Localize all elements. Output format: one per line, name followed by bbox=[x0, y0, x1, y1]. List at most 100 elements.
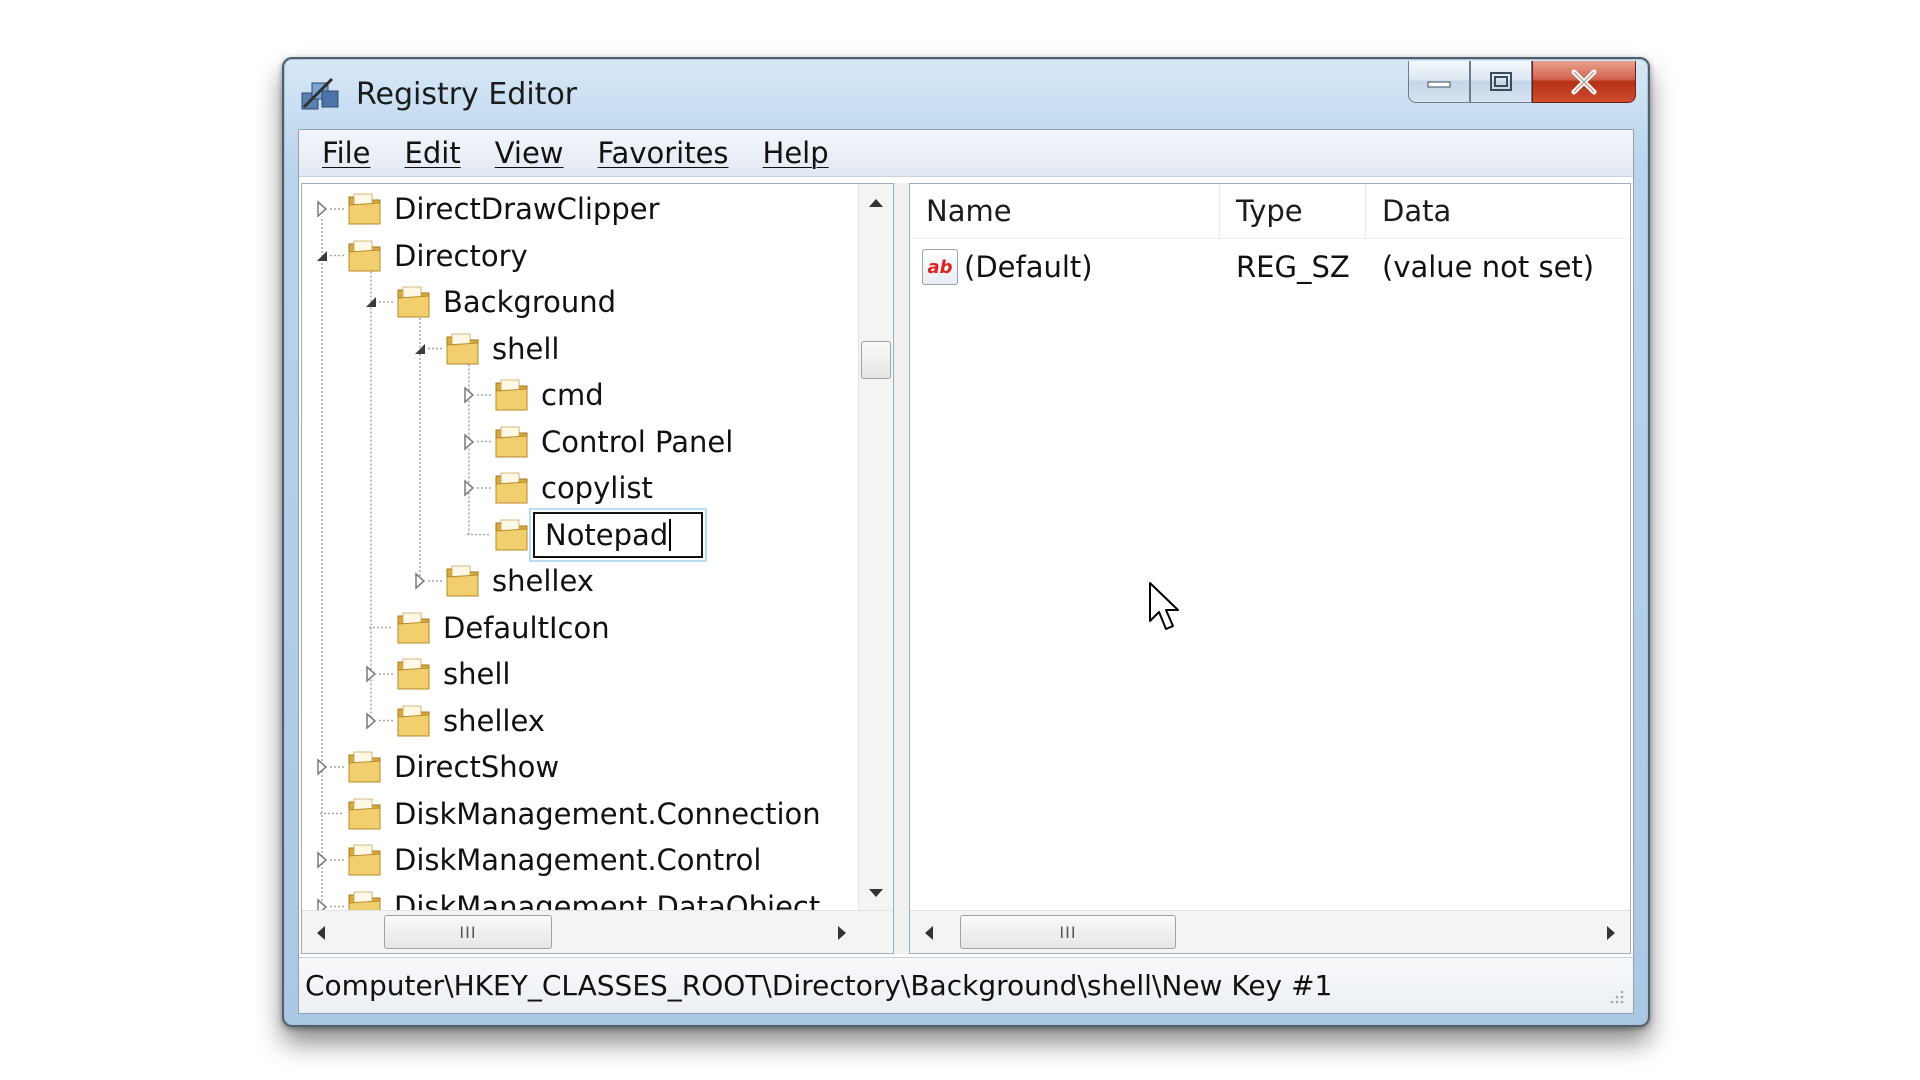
scroll-grip: III bbox=[1059, 922, 1077, 942]
tree-item[interactable]: DiskManagement.Control bbox=[312, 837, 761, 883]
expand-arrow-icon[interactable] bbox=[410, 571, 430, 591]
tree-item[interactable]: shellex bbox=[361, 698, 545, 744]
tree-item[interactable]: DefaultIcon bbox=[361, 605, 610, 651]
tree-vertical-scroll-thumb[interactable] bbox=[861, 341, 891, 380]
minimize-button[interactable] bbox=[1408, 61, 1470, 103]
registry-editor-window: Registry Editor File Edit View Favorites… bbox=[282, 57, 1650, 1027]
expand-arrow-icon[interactable] bbox=[312, 850, 332, 870]
tree-item[interactable]: Background bbox=[361, 279, 616, 325]
text-caret bbox=[669, 518, 672, 551]
tree-item-label: Directory bbox=[394, 238, 528, 273]
tree-item-label: shell bbox=[492, 331, 560, 366]
tree-item[interactable]: DirectShow bbox=[312, 744, 559, 790]
tree-item-label: Control Panel bbox=[541, 424, 734, 459]
scroll-down-icon[interactable] bbox=[868, 888, 884, 898]
tree-item[interactable]: cmd bbox=[459, 372, 604, 418]
collapse-arrow-icon[interactable] bbox=[410, 339, 430, 359]
tree-item-label: cmd bbox=[541, 378, 604, 412]
menu-view[interactable]: View bbox=[478, 136, 581, 170]
scroll-grip: III bbox=[459, 922, 477, 942]
value-row[interactable]: ab (Default) REG_SZ (value not set) bbox=[910, 240, 1630, 294]
tree-item[interactable]: shellex bbox=[410, 558, 594, 604]
collapse-arrow-icon[interactable] bbox=[312, 246, 332, 266]
tree-item-label: shellex bbox=[492, 564, 594, 598]
pane-splitter[interactable] bbox=[894, 183, 909, 954]
tree-item[interactable]: copylist bbox=[459, 465, 653, 511]
tree-item[interactable]: DirectDrawClipper bbox=[312, 186, 660, 232]
maximize-button[interactable] bbox=[1470, 61, 1532, 103]
list-header: Name Type Data bbox=[910, 184, 1630, 239]
tree-item-label: DiskManagement.Connection bbox=[394, 796, 821, 831]
expand-arrow-icon[interactable] bbox=[312, 199, 332, 219]
string-value-icon-text: ab bbox=[927, 256, 953, 278]
values-horizontal-scroll-thumb[interactable]: III bbox=[960, 915, 1176, 949]
expand-arrow-icon[interactable] bbox=[361, 711, 381, 731]
string-value-icon: ab bbox=[922, 249, 958, 285]
tree-horizontal-scrollbar[interactable]: III bbox=[302, 910, 893, 953]
collapse-arrow-icon[interactable] bbox=[361, 292, 381, 312]
tree-item[interactable]: Control Panel bbox=[459, 419, 733, 465]
menu-bar: File Edit View Favorites Help bbox=[299, 130, 1633, 177]
tree-item-label: DirectShow bbox=[394, 750, 560, 784]
minimize-icon bbox=[1427, 81, 1451, 87]
status-key-path: Computer\HKEY_CLASSES_ROOT\Directory\Bac… bbox=[305, 969, 1333, 1002]
rename-key-input[interactable]: Notepad bbox=[529, 507, 707, 562]
folder-icon bbox=[446, 333, 479, 364]
scroll-right-icon[interactable] bbox=[837, 925, 847, 941]
column-header-data[interactable]: Data bbox=[1366, 184, 1628, 238]
menu-file[interactable]: File bbox=[305, 136, 388, 170]
folder-icon bbox=[348, 751, 381, 783]
tree-item-label: shell bbox=[443, 657, 511, 691]
tree-item[interactable]: shell bbox=[410, 326, 559, 372]
scroll-left-icon[interactable] bbox=[924, 925, 934, 941]
title-bar[interactable]: Registry Editor bbox=[284, 59, 1648, 139]
tree-item[interactable]: shell bbox=[361, 651, 510, 697]
expand-arrow-icon[interactable] bbox=[459, 385, 479, 405]
expand-arrow-icon[interactable] bbox=[361, 664, 381, 684]
expand-arrow-icon[interactable] bbox=[459, 478, 479, 498]
column-header-type[interactable]: Type bbox=[1220, 184, 1366, 238]
rename-key-input-text: Notepad bbox=[545, 517, 669, 552]
tree-item-label: DirectDrawClipper bbox=[394, 192, 660, 226]
folder-icon bbox=[348, 240, 381, 271]
tree-item-label: DiskManagement.Control bbox=[394, 843, 762, 877]
window-title: Registry Editor bbox=[356, 77, 578, 112]
folder-icon bbox=[348, 844, 381, 876]
folder-icon bbox=[397, 286, 430, 318]
menu-edit[interactable]: Edit bbox=[388, 136, 478, 170]
value-type: REG_SZ bbox=[1236, 250, 1350, 284]
tree-item[interactable]: DiskManagement.Connection bbox=[312, 791, 821, 837]
folder-icon bbox=[397, 658, 430, 690]
tree-item-label: Background bbox=[443, 285, 617, 319]
scroll-right-icon[interactable] bbox=[1606, 925, 1616, 941]
tree-item-label: copylist bbox=[541, 471, 653, 505]
tree-vertical-scrollbar[interactable] bbox=[858, 184, 893, 912]
close-button[interactable] bbox=[1532, 61, 1636, 103]
resize-grip-icon[interactable] bbox=[1609, 989, 1625, 1005]
menu-favorites[interactable]: Favorites bbox=[581, 136, 746, 170]
folder-icon bbox=[397, 705, 430, 736]
close-icon bbox=[1571, 69, 1597, 94]
folder-icon bbox=[397, 612, 430, 643]
values-horizontal-scrollbar[interactable]: III bbox=[910, 910, 1630, 953]
maximize-icon bbox=[1490, 71, 1512, 91]
registry-key-tree[interactable]: DirectDrawClipper Directory Background shel… bbox=[301, 183, 894, 954]
scroll-left-icon[interactable] bbox=[316, 925, 326, 941]
tree-horizontal-scroll-thumb[interactable]: III bbox=[384, 915, 552, 949]
folder-icon bbox=[495, 519, 528, 550]
expand-arrow-icon[interactable] bbox=[459, 432, 479, 452]
folder-icon bbox=[495, 379, 528, 411]
folder-icon bbox=[495, 472, 528, 504]
registry-values-list[interactable]: Name Type Data ab (Default) REG_SZ (valu… bbox=[909, 183, 1631, 954]
value-name: (Default) bbox=[964, 250, 1093, 284]
tree-item-label: shellex bbox=[443, 703, 545, 738]
folder-icon bbox=[495, 426, 528, 457]
value-data: (value not set) bbox=[1382, 250, 1595, 284]
column-header-name[interactable]: Name bbox=[910, 184, 1220, 238]
tree-item[interactable]: Directory bbox=[312, 233, 528, 279]
menu-help[interactable]: Help bbox=[746, 136, 846, 170]
expand-arrow-icon[interactable] bbox=[312, 757, 332, 777]
scroll-up-icon[interactable] bbox=[868, 198, 884, 208]
